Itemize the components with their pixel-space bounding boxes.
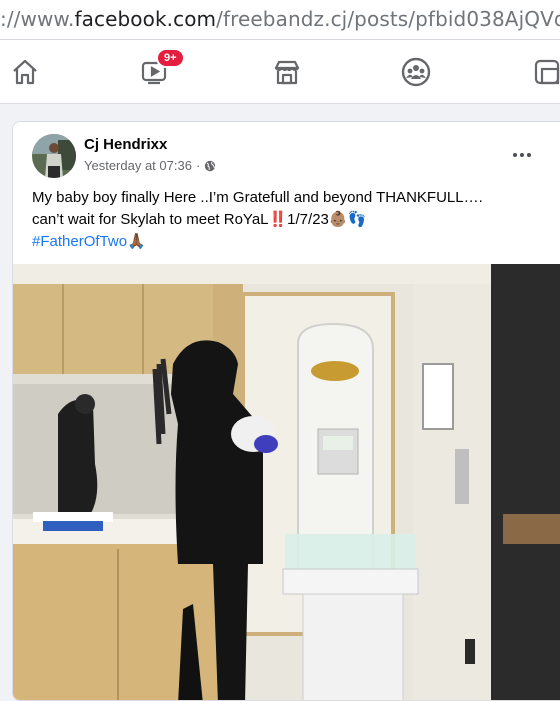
url-prefix: ://www. bbox=[0, 7, 75, 31]
groups-icon bbox=[401, 57, 431, 87]
url-path: /freebandz.cj/posts/pfbid038AjQVqiNgFh bbox=[216, 7, 560, 31]
post-meta: Yesterday at 07:36 · bbox=[84, 158, 216, 173]
hashtag-link[interactable]: #FatherOfTwo🙏🏾 bbox=[32, 231, 552, 253]
post-timestamp[interactable]: Yesterday at 07:36 bbox=[84, 158, 192, 173]
dot-icon bbox=[520, 153, 524, 157]
post-card: Cj Hendrixx Yesterday at 07:36 · My baby… bbox=[12, 121, 560, 701]
address-bar[interactable]: ://www.facebook.com/freebandz.cj/posts/p… bbox=[0, 0, 560, 40]
post-text-line-1: My baby boy finally Here ..I’m Gratefull… bbox=[32, 189, 483, 206]
avatar-image bbox=[32, 134, 76, 178]
nav-marketplace[interactable] bbox=[267, 52, 307, 92]
globe-icon bbox=[205, 160, 216, 171]
dot-icon bbox=[527, 153, 531, 157]
nav-home[interactable] bbox=[5, 52, 45, 92]
home-icon bbox=[13, 59, 37, 85]
more-options-button[interactable] bbox=[507, 140, 537, 170]
meta-separator: · bbox=[195, 158, 201, 173]
url-host: facebook.com bbox=[74, 7, 217, 31]
post-photo[interactable] bbox=[13, 264, 560, 700]
top-nav: 9+ bbox=[0, 40, 560, 104]
nav-gaming[interactable] bbox=[527, 52, 560, 92]
post-text: My baby boy finally Here ..I’m Gratefull… bbox=[32, 187, 552, 253]
post-photo-image bbox=[13, 264, 560, 700]
dot-icon bbox=[513, 153, 517, 157]
nav-groups[interactable] bbox=[396, 52, 436, 92]
nav-watch[interactable]: 9+ bbox=[134, 48, 185, 92]
notification-badge: 9+ bbox=[156, 48, 185, 68]
avatar[interactable] bbox=[32, 134, 76, 178]
gaming-icon bbox=[534, 59, 560, 85]
post-text-line-2: can’t wait for Skylah to meet RoYaL‼️1/7… bbox=[32, 211, 367, 228]
post-author[interactable]: Cj Hendrixx bbox=[84, 136, 167, 153]
url-text[interactable]: ://www.facebook.com/freebandz.cj/posts/p… bbox=[0, 7, 560, 31]
marketplace-icon bbox=[274, 60, 300, 85]
